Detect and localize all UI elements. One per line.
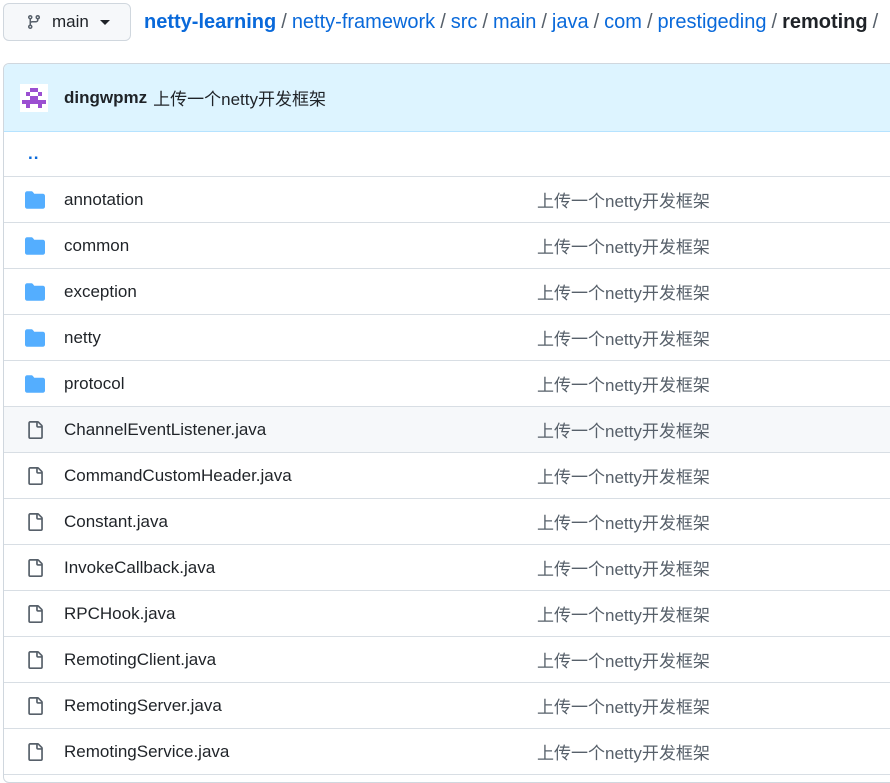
file-icon xyxy=(24,557,46,579)
folder-icon xyxy=(24,281,46,303)
file-icon xyxy=(24,419,46,441)
file-name-link[interactable]: CommandCustomHeader.java xyxy=(64,466,292,486)
breadcrumb-separator: / xyxy=(281,11,287,33)
breadcrumb-repo-link[interactable]: netty-learning xyxy=(144,11,276,33)
file-icon xyxy=(24,603,46,625)
file-row[interactable]: ChannelEventListener.java 上传一个netty开发框架 xyxy=(4,407,890,453)
breadcrumb-link-java[interactable]: java xyxy=(552,11,589,33)
file-commit-message-link[interactable]: 上传一个netty开发框架 xyxy=(537,555,710,580)
file-list-box: dingwpmz 上传一个netty开发框架 .. annotation 上传一… xyxy=(3,63,890,783)
breadcrumb-separator: / xyxy=(593,11,600,33)
folder-row[interactable]: exception 上传一个netty开发框架 xyxy=(4,269,890,315)
file-row[interactable]: Constant.java 上传一个netty开发框架 xyxy=(4,499,890,545)
file-name-link[interactable]: ChannelEventListener.java xyxy=(64,420,266,440)
file-name-link[interactable]: RemotingServer.java xyxy=(64,696,222,716)
breadcrumb-separator: / xyxy=(482,11,488,33)
file-commit-message-link[interactable]: 上传一个netty开发框架 xyxy=(537,279,710,304)
file-row[interactable]: RemotingService.java 上传一个netty开发框架 xyxy=(4,729,890,775)
breadcrumb-separator: / xyxy=(771,11,778,33)
file-row[interactable]: RemotingClient.java 上传一个netty开发框架 xyxy=(4,637,890,683)
parent-directory-link[interactable]: .. xyxy=(28,144,39,164)
file-commit-message-link[interactable]: 上传一个netty开发框架 xyxy=(537,509,710,534)
avatar[interactable] xyxy=(20,83,48,112)
parent-directory-row[interactable]: .. xyxy=(4,132,890,177)
commit-message-link[interactable]: 上传一个netty开发框架 xyxy=(153,85,326,110)
top-bar: main netty-learning / netty-framework / src /… xyxy=(0,0,890,46)
commit-author-link[interactable]: dingwpmz xyxy=(64,88,147,108)
file-name-link[interactable]: netty xyxy=(64,328,101,348)
file-icon xyxy=(24,465,46,487)
file-commit-message-link[interactable]: 上传一个netty开发框架 xyxy=(537,739,710,764)
file-name-link[interactable]: Constant.java xyxy=(64,512,168,532)
file-commit-message-link[interactable]: 上传一个netty开发框架 xyxy=(537,693,710,718)
folder-icon xyxy=(24,373,46,395)
folder-row[interactable]: annotation 上传一个netty开发框架 xyxy=(4,177,890,223)
file-name-link[interactable]: RemotingClient.java xyxy=(64,650,216,670)
file-commit-message-link[interactable]: 上传一个netty开发框架 xyxy=(537,463,710,488)
breadcrumb-current: remoting xyxy=(782,11,868,33)
file-name-link[interactable]: RemotingService.java xyxy=(64,742,229,762)
file-icon xyxy=(24,649,46,671)
branch-selector-button[interactable]: main xyxy=(3,3,131,41)
breadcrumb-separator: / xyxy=(646,11,653,33)
folder-row[interactable]: common 上传一个netty开发框架 xyxy=(4,223,890,269)
file-icon xyxy=(24,695,46,717)
file-row[interactable]: InvokeCallback.java 上传一个netty开发框架 xyxy=(4,545,890,591)
folder-row[interactable]: protocol 上传一个netty开发框架 xyxy=(4,361,890,407)
caret-down-icon xyxy=(99,20,110,25)
file-row[interactable]: RemotingServer.java 上传一个netty开发框架 xyxy=(4,683,890,729)
file-commit-message-link[interactable]: 上传一个netty开发框架 xyxy=(537,417,710,442)
breadcrumb-separator: / xyxy=(440,11,446,33)
breadcrumb: netty-learning / netty-framework / src / main /… xyxy=(144,10,883,34)
file-commit-message-link[interactable]: 上传一个netty开发框架 xyxy=(537,647,710,672)
branch-label: main xyxy=(52,12,89,31)
folder-row[interactable]: netty 上传一个netty开发框架 xyxy=(4,315,890,361)
file-commit-message-link[interactable]: 上传一个netty开发框架 xyxy=(537,601,710,626)
breadcrumb-separator: / xyxy=(541,11,547,33)
file-row[interactable]: RPCHook.java 上传一个netty开发框架 xyxy=(4,591,890,637)
file-name-link[interactable]: annotation xyxy=(64,190,143,210)
file-name-link[interactable]: RPCHook.java xyxy=(64,604,176,624)
breadcrumb-link-netty-framework[interactable]: netty-framework xyxy=(292,11,435,33)
file-name-link[interactable]: InvokeCallback.java xyxy=(64,558,215,578)
folder-icon xyxy=(24,235,46,257)
folder-icon xyxy=(24,189,46,211)
git-branch-icon xyxy=(27,15,40,30)
breadcrumb-link-com[interactable]: com xyxy=(604,11,642,33)
folder-icon xyxy=(24,327,46,349)
breadcrumb-link-main[interactable]: main xyxy=(493,11,536,33)
file-commit-message-link[interactable]: 上传一个netty开发框架 xyxy=(537,233,710,258)
breadcrumb-link-prestigeding[interactable]: prestigeding xyxy=(658,11,767,33)
breadcrumb-link-src[interactable]: src xyxy=(451,11,478,33)
file-name-link[interactable]: common xyxy=(64,236,129,256)
latest-commit-bar: dingwpmz 上传一个netty开发框架 xyxy=(4,64,890,132)
file-commit-message-link[interactable]: 上传一个netty开发框架 xyxy=(537,325,710,350)
file-name-link[interactable]: exception xyxy=(64,282,137,302)
breadcrumb-separator: / xyxy=(872,11,879,33)
file-commit-message-link[interactable]: 上传一个netty开发框架 xyxy=(537,371,710,396)
file-icon xyxy=(24,511,46,533)
file-commit-message-link[interactable]: 上传一个netty开发框架 xyxy=(537,187,710,212)
file-row[interactable]: CommandCustomHeader.java 上传一个netty开发框架 xyxy=(4,453,890,499)
file-icon xyxy=(24,741,46,763)
file-name-link[interactable]: protocol xyxy=(64,374,124,394)
